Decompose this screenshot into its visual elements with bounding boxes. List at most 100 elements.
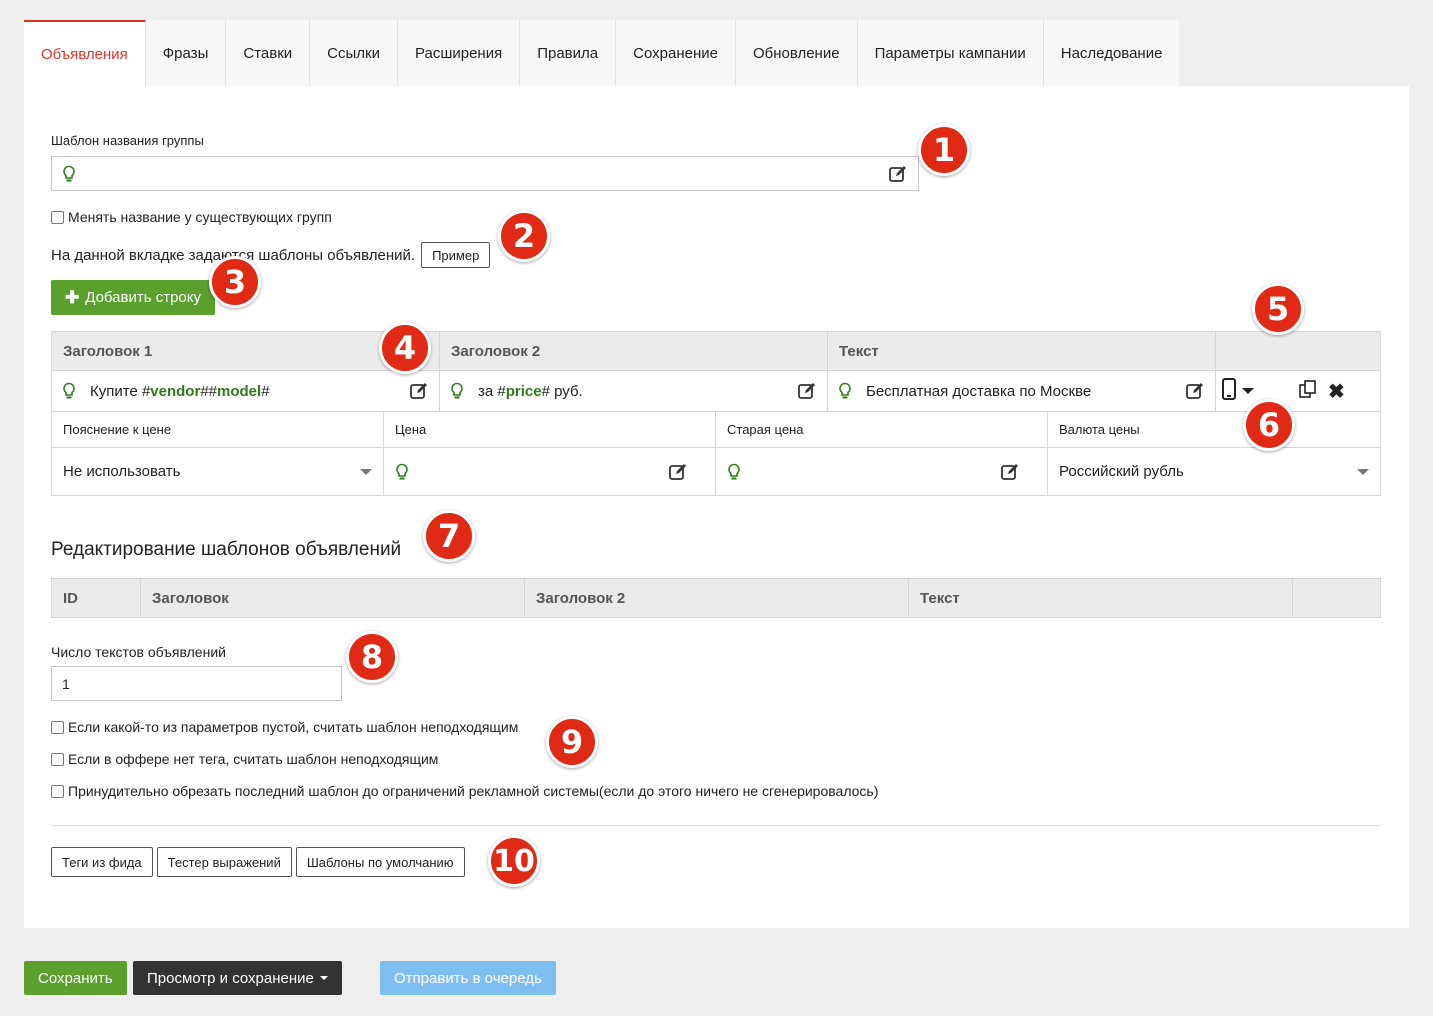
tab-links[interactable]: Ссылки [310,20,398,86]
option-force-trim-checkbox[interactable]: Принудительно обрезать последний шаблон … [51,783,878,799]
ad-count-label: Число текстов объявлений [51,644,226,660]
checkbox-box[interactable] [51,720,64,734]
header-title2: Заголовок 2 [525,579,909,617]
checkbox-box[interactable] [51,784,64,798]
old-price-col: Старая цена [716,412,1048,495]
header-empty [1293,579,1380,617]
text-cell[interactable]: Бесплатная доставка по Москве [828,371,1216,411]
annotation-marker-3: 3 [209,256,261,308]
save-button[interactable]: Сохранить [24,961,127,995]
old-price-input[interactable] [716,448,1047,495]
old-price-header: Старая цена [716,412,1047,448]
ad-count-input[interactable]: 1 [51,666,342,701]
header-text: Текст [909,579,1293,617]
checkbox-label: Принудительно обрезать последний шаблон … [68,783,879,799]
annotation-marker-8: 8 [346,631,398,683]
currency-header: Валюта цены [1048,412,1380,448]
send-to-queue-button[interactable]: Отправить в очередь [380,961,556,995]
tab-phrases[interactable]: Фразы [145,20,227,86]
info-row: На данной вкладке задаются шаблоны объяв… [51,242,491,268]
group-name-label: Шаблон названия группы [51,133,204,148]
edit-icon[interactable] [1000,462,1020,482]
annotation-marker-2: 2 [498,210,550,262]
divider [51,825,1381,826]
tab-bids[interactable]: Ставки [226,20,311,86]
mobile-icon[interactable] [1222,378,1236,404]
expression-tester-button[interactable]: Тестер выражений [156,847,292,877]
edit-icon[interactable] [668,462,688,482]
edit-icon[interactable] [797,381,817,401]
example-button[interactable]: Пример [421,242,491,268]
checkbox-label: Если в оффере нет тега, считать шаблон н… [68,751,439,767]
price-note-col: Пояснение к цене Не использовать [52,412,384,495]
ads-panel: Шаблон названия группы Менять название у… [24,86,1409,928]
bulb-icon [395,463,409,481]
price-input[interactable] [384,448,715,495]
edit-grid-header: ID Заголовок Заголовок 2 Текст [51,578,1381,618]
rename-existing-checkbox[interactable]: Менять название у существующих групп [51,209,332,225]
tool-buttons: Теги из фида Тестер выражений Шаблоны по… [51,847,465,877]
annotation-marker-7: 7 [423,510,475,562]
price-note-value: Не использовать [63,463,181,480]
price-header: Цена [384,412,715,448]
bulb-icon [450,382,464,400]
tab-update[interactable]: Обновление [735,20,858,86]
header-title2: Заголовок 2 [440,332,828,370]
delete-icon[interactable]: ✖ [1328,379,1345,404]
caret-down-icon [319,976,328,980]
header-actions [1216,332,1380,370]
header-title: Заголовок [141,579,525,617]
actions-cell: ✖ [1216,371,1380,411]
checkbox-box[interactable] [51,752,64,766]
ads-grid-header: Заголовок 1 Заголовок 2 Текст [51,331,1381,371]
chevron-down-icon [360,468,372,475]
edit-icon[interactable] [1185,381,1205,401]
title2-cell[interactable]: за #price# руб. [440,371,828,411]
bulb-icon [727,463,741,481]
tab-rules[interactable]: Правила [520,20,617,86]
default-templates-button[interactable]: Шаблоны по умолчанию [295,847,465,877]
annotation-marker-9: 9 [546,716,598,768]
ads-grid: Заголовок 1 Заголовок 2 Текст Купите #ve… [51,331,1381,496]
preview-save-button[interactable]: Просмотр и сохранение [133,961,342,995]
table-row: Купите #vendor##model# за #price# руб. Б… [51,371,1381,412]
edit-icon[interactable] [888,164,908,184]
currency-value: Российский рубль [1059,463,1184,480]
annotation-marker-5: 5 [1252,283,1304,335]
price-note-select[interactable]: Не использовать [52,448,383,495]
feed-tags-button[interactable]: Теги из фида [51,847,153,877]
bulb-icon [62,382,76,400]
checkbox-label: Если какой-то из параметров пустой, счит… [68,719,519,735]
currency-col: Валюта цены Российский рубль [1048,412,1380,495]
tab-inheritance[interactable]: Наследование [1043,20,1180,86]
edit-icon[interactable] [409,381,429,401]
chevron-down-icon [1357,468,1369,475]
annotation-marker-1: 1 [918,124,970,176]
checkbox-box[interactable] [51,210,64,224]
option-empty-param-checkbox[interactable]: Если какой-то из параметров пустой, счит… [51,719,518,735]
tab-saving[interactable]: Сохранение [616,20,736,86]
preview-save-label: Просмотр и сохранение [147,969,314,987]
bulb-icon [62,165,76,183]
text-value: Бесплатная доставка по Москве [866,382,1092,400]
title1-cell[interactable]: Купите #vendor##model# [52,371,440,411]
currency-select[interactable]: Российский рубль [1048,448,1380,495]
device-dropdown-icon[interactable] [1242,388,1254,394]
price-note-header: Пояснение к цене [52,412,383,448]
title1-value: Купите #vendor##model# [90,382,270,400]
option-no-tag-checkbox[interactable]: Если в оффере нет тега, считать шаблон н… [51,751,438,767]
price-subgrid: Пояснение к цене Не использовать Цена Ст… [51,412,1381,496]
add-row-button[interactable]: ✚ Добавить строку [51,280,215,315]
title2-value: за #price# руб. [478,382,583,400]
plus-icon: ✚ [65,287,80,307]
annotation-marker-6: 6 [1243,399,1295,451]
annotation-marker-4: 4 [379,322,431,374]
tab-extensions[interactable]: Расширения [397,20,521,86]
group-name-input[interactable] [51,156,919,191]
checkbox-label: Менять название у существующих групп [68,209,332,225]
tab-bar: Объявления Фразы Ставки Ссылки Расширени… [24,20,1180,86]
tab-campaign-params[interactable]: Параметры кампании [857,20,1044,86]
copy-icon[interactable] [1298,379,1318,403]
header-text: Текст [828,332,1216,370]
tab-ads[interactable]: Объявления [24,20,146,86]
